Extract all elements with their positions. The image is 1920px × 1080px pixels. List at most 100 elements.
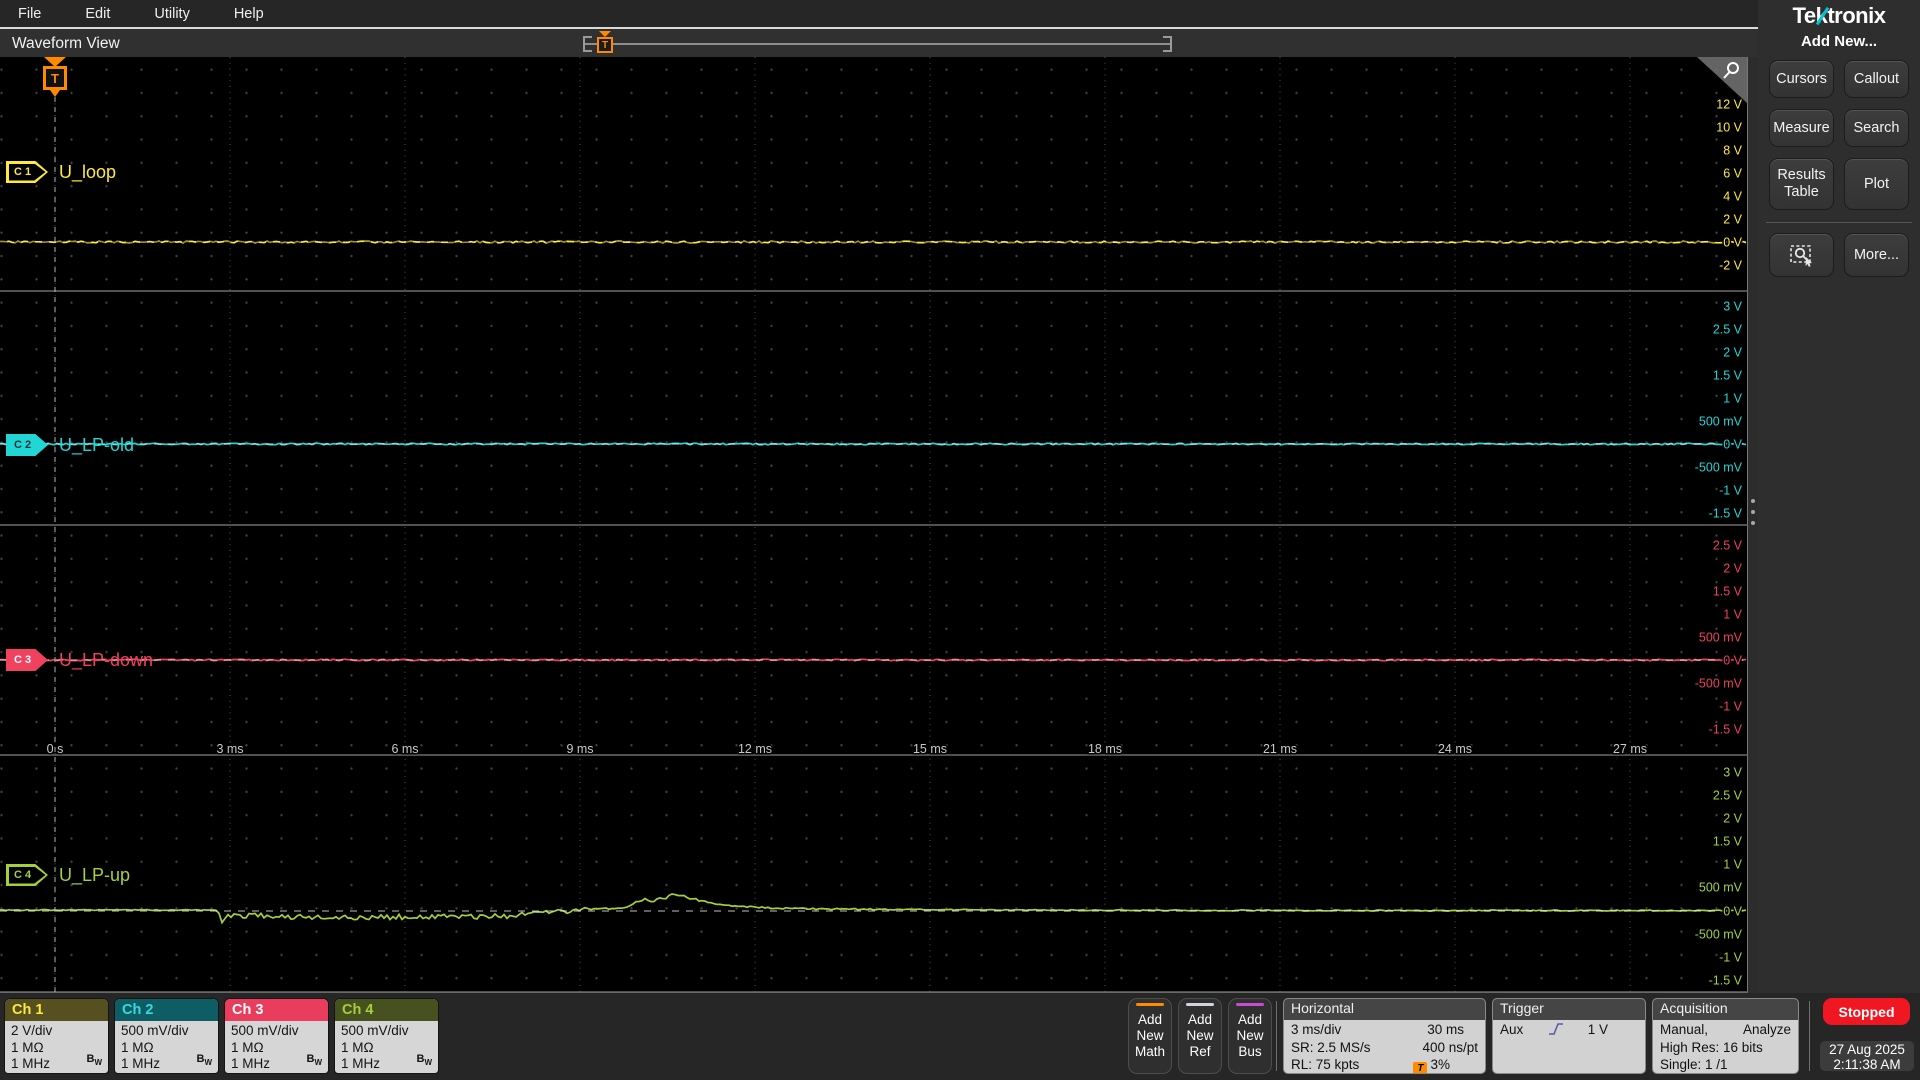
- panel-resize-strip[interactable]: [1748, 57, 1758, 993]
- ch3-scale: 500 mV/div: [231, 1023, 299, 1038]
- ch2-bw-limit-icon: BW: [196, 1052, 212, 1067]
- results-table-button[interactable]: Results Table: [1769, 158, 1834, 210]
- ch2-name: Ch 2: [115, 999, 218, 1021]
- measure-button[interactable]: Measure: [1769, 109, 1834, 147]
- axis-tick-label: 4 V: [1723, 190, 1742, 204]
- ch1-name: Ch 1: [5, 999, 108, 1021]
- run-stop-status-button[interactable]: Stopped: [1823, 998, 1910, 1025]
- axis-tick-label: 0 V: [1723, 438, 1742, 452]
- sidebar-divider: [1766, 222, 1912, 223]
- trigger-panel[interactable]: Trigger Aux 1 V: [1492, 998, 1646, 1074]
- acq-mode: Manual,: [1660, 1022, 1709, 1037]
- axis-tick-label: -1.5 V: [1709, 507, 1743, 521]
- axis-tick-label: 2.5 V: [1713, 539, 1743, 553]
- c3-label[interactable]: U_LP-down: [59, 650, 153, 671]
- date-text: 27 Aug 2025: [1829, 1042, 1905, 1057]
- plot-button[interactable]: Plot: [1844, 158, 1909, 210]
- time-axis-label: 24 ms: [1438, 742, 1472, 756]
- waveform-plot: 12 V 10 V 8 V 6 V 4 V 2 V 0 V -2 V 3 V 2.5 V 2 V 1.…: [0, 57, 1748, 993]
- add-new-math-button[interactable]: Add New Math: [1128, 998, 1172, 1074]
- tektronix-logo: Tektronix: [1792, 3, 1886, 28]
- trigger-position-marker[interactable]: T: [597, 31, 613, 57]
- c1-label[interactable]: U_loop: [59, 162, 116, 183]
- axis-tick-label: 2.5 V: [1713, 789, 1743, 803]
- axis-tick-label: 1.5 V: [1713, 585, 1743, 599]
- channel-badge-c1[interactable]: C 1 U_loop: [6, 161, 116, 183]
- bottom-bar-separator: [1276, 1001, 1277, 1071]
- c1-tag[interactable]: C 1: [6, 161, 48, 183]
- trigger-position-icon: T: [1413, 1062, 1428, 1073]
- waveform-view-titlebar: Waveform View T: [0, 27, 1758, 57]
- bottom-bar-separator2: [1809, 1001, 1810, 1071]
- channel-badge-c4[interactable]: C 4 U_LP-up: [6, 864, 130, 886]
- ch3-name: Ch 3: [225, 999, 328, 1021]
- drag-handle-icon: [1751, 499, 1755, 503]
- axis-tick-label: 0 V: [1723, 236, 1742, 250]
- axis-tick-label: -1 V: [1719, 484, 1743, 498]
- cursors-button[interactable]: Cursors: [1769, 60, 1834, 98]
- horizontal-scale: 3 ms/div: [1291, 1022, 1342, 1037]
- menu-file[interactable]: File: [18, 6, 41, 22]
- ch4-name: Ch 4: [335, 999, 438, 1021]
- trigger-source: Aux: [1500, 1022, 1524, 1037]
- axis-tick-label: 1 V: [1723, 608, 1742, 622]
- menu-utility[interactable]: Utility: [154, 6, 189, 22]
- waveform-display[interactable]: 12 V 10 V 8 V 6 V 4 V 2 V 0 V -2 V 3 V 2.5 V 2 V 1.…: [0, 57, 1748, 993]
- axis-tick-label: -500 mV: [1695, 928, 1743, 942]
- menu-bar: File Edit Utility Help: [0, 0, 1758, 27]
- time-axis-label: 9 ms: [566, 742, 593, 756]
- ch3-settings-card[interactable]: Ch 3 500 mV/div 1 MΩ 1 MHz BW: [224, 998, 329, 1074]
- channel-badge-c2[interactable]: C 2 U_LP-old: [6, 434, 134, 456]
- trigger-flag-tip-icon: [50, 90, 60, 97]
- time-axis-label: 6 ms: [391, 742, 418, 756]
- add-new-ref-button[interactable]: Add New Ref: [1178, 998, 1222, 1074]
- menu-edit[interactable]: Edit: [85, 6, 110, 22]
- record-length: RL: 75 kpts: [1291, 1057, 1360, 1072]
- channel-badge-c3[interactable]: C 3 U_LP-down: [6, 649, 153, 671]
- acq-single: Single: 1 /1: [1660, 1057, 1728, 1072]
- trigger-flag-t-icon: T: [43, 66, 67, 90]
- c4-label[interactable]: U_LP-up: [59, 865, 130, 886]
- ch3-bw-limit-icon: BW: [306, 1052, 322, 1067]
- view-title: Waveform View: [12, 35, 120, 52]
- callout-button[interactable]: Callout: [1844, 60, 1909, 98]
- c3-tag[interactable]: C 3: [6, 649, 48, 671]
- trigger-indicator-flag[interactable]: T: [43, 57, 67, 99]
- add-new-bus-button[interactable]: Add New Bus: [1228, 998, 1272, 1074]
- axis-tick-label: -1.5 V: [1709, 723, 1743, 737]
- ch1-scale: 2 V/div: [11, 1023, 53, 1038]
- menu-help[interactable]: Help: [234, 6, 264, 22]
- c2-tag[interactable]: C 2: [6, 434, 48, 456]
- horizontal-panel[interactable]: Horizontal 3 ms/div 30 ms SR: 2.5 MS/s 400…: [1283, 998, 1486, 1074]
- horizontal-position-slider[interactable]: T: [583, 31, 1172, 53]
- acq-resolution: High Res: 16 bits: [1660, 1039, 1763, 1055]
- c4-tag[interactable]: C 4: [6, 864, 48, 886]
- search-button[interactable]: Search: [1844, 109, 1909, 147]
- axis-tick-label: 1.5 V: [1713, 835, 1743, 849]
- ch4-settings-card[interactable]: Ch 4 500 mV/div 1 MΩ 1 MHz BW: [334, 998, 439, 1074]
- axis-tick-label: 2.5 V: [1713, 323, 1743, 337]
- axis-tick-label: -500 mV: [1695, 461, 1743, 475]
- ch1-settings-card[interactable]: Ch 1 2 V/div 1 MΩ 1 MHz BW: [4, 998, 109, 1074]
- acq-analyze: Analyze: [1742, 1022, 1791, 1037]
- trigger-level: 1 V: [1587, 1022, 1608, 1037]
- axis-tick-label: 500 mV: [1699, 881, 1743, 895]
- time-axis-label: 0 s: [47, 742, 64, 756]
- waveform-trace: [0, 893, 1747, 925]
- ch2-settings-card[interactable]: Ch 2 500 mV/div 1 MΩ 1 MHz BW: [114, 998, 219, 1074]
- sample-resolution: 400 ns/pt: [1422, 1039, 1478, 1055]
- axis-tick-label: 1 V: [1723, 392, 1742, 406]
- c2-label[interactable]: U_LP-old: [59, 435, 134, 456]
- acquisition-panel[interactable]: Acquisition Manual, Analyze High Res: 16 …: [1652, 998, 1799, 1074]
- axis-tick-label: 1 V: [1723, 858, 1742, 872]
- time-axis-label: 21 ms: [1263, 742, 1297, 756]
- more-button[interactable]: More...: [1844, 233, 1909, 277]
- ch4-bw-limit-icon: BW: [416, 1052, 432, 1067]
- axis-tick-label: 8 V: [1723, 144, 1742, 158]
- bus-accent-line: [1236, 1003, 1264, 1006]
- zoom-selection-button[interactable]: [1769, 233, 1834, 277]
- horizontal-window: 30 ms: [1427, 1022, 1464, 1037]
- ch4-scale: 500 mV/div: [341, 1023, 409, 1038]
- horizontal-panel-title: Horizontal: [1284, 999, 1485, 1020]
- axis-tick-label: 3 V: [1723, 300, 1742, 314]
